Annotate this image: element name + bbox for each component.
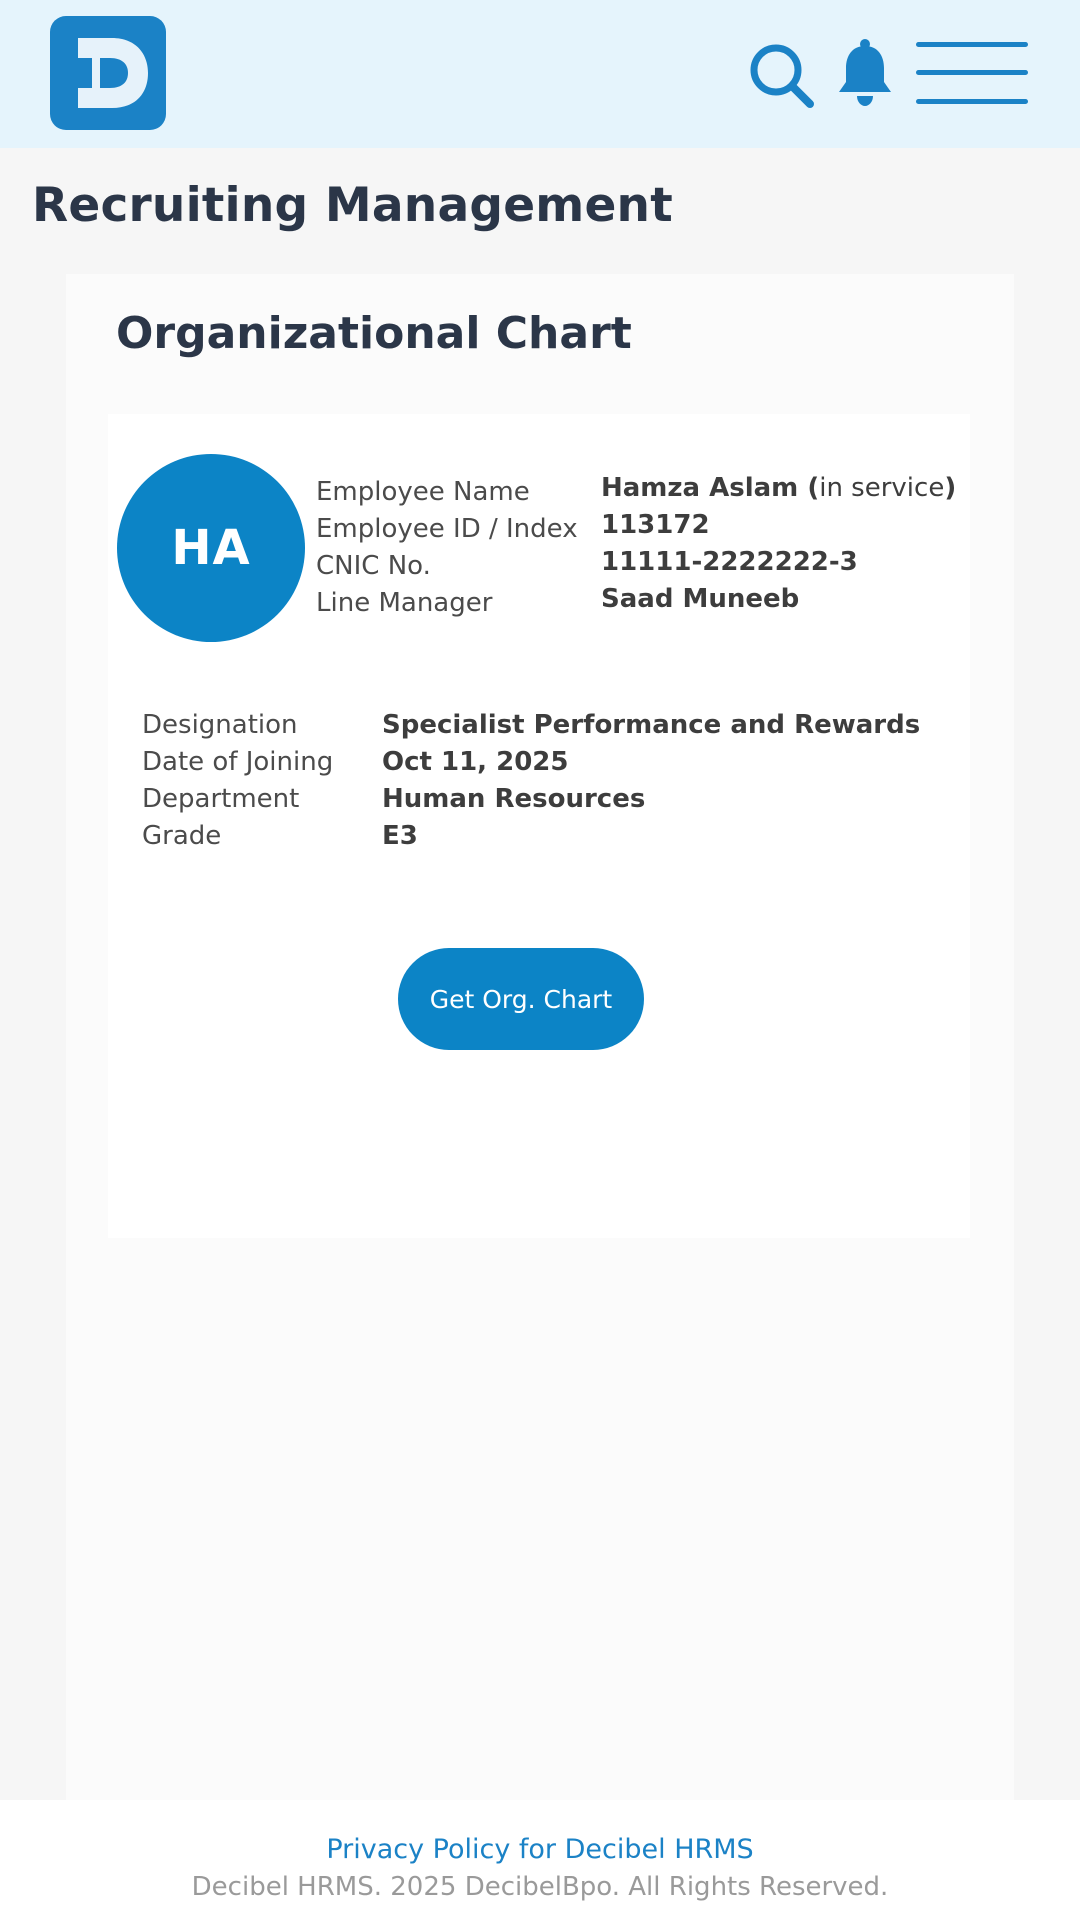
- card-title: Organizational Chart: [116, 308, 632, 359]
- cnic-label: CNIC No.: [316, 551, 431, 581]
- department-value: Human Resources: [382, 784, 646, 814]
- privacy-policy-link[interactable]: Privacy Policy for Decibel HRMS: [0, 1834, 1080, 1865]
- copyright-text: Decibel HRMS. 2025 DecibelBpo. All Right…: [191, 1872, 889, 1902]
- employee-name: Hamza Aslam: [601, 473, 799, 503]
- decibel-logo-icon[interactable]: [50, 16, 166, 130]
- designation-label: Designation: [142, 710, 298, 740]
- employee-id-value: 113172: [601, 510, 710, 540]
- joining-date-label: Date of Joining: [142, 747, 334, 777]
- avatar: HA: [117, 454, 305, 642]
- status-open-paren: (: [798, 473, 820, 503]
- employee-id-label: Employee ID / Index: [316, 514, 578, 544]
- joining-date-value: Oct 11, 2025: [382, 747, 569, 777]
- employment-status: in service: [819, 473, 945, 503]
- logo-d-glyph: [78, 38, 148, 108]
- employee-name-label: Employee Name: [316, 477, 530, 507]
- cnic-value: 11111-2222222-3: [601, 547, 858, 577]
- line-manager-label: Line Manager: [316, 588, 493, 618]
- app-header: [0, 0, 1080, 148]
- page-title: Recruiting Management: [32, 178, 673, 233]
- department-label: Department: [142, 784, 300, 814]
- employee-name-value: Hamza Aslam (in service): [601, 470, 956, 507]
- get-org-chart-button[interactable]: Get Org. Chart: [398, 948, 644, 1050]
- designation-value: Specialist Performance and Rewards: [382, 710, 921, 740]
- bell-icon[interactable]: [836, 38, 894, 108]
- search-icon[interactable]: [746, 40, 818, 112]
- grade-value: E3: [382, 821, 418, 851]
- grade-label: Grade: [142, 821, 222, 851]
- line-manager-value: Saad Muneeb: [601, 584, 800, 614]
- hamburger-menu-icon[interactable]: [914, 38, 1030, 108]
- status-close-paren: ): [944, 473, 957, 503]
